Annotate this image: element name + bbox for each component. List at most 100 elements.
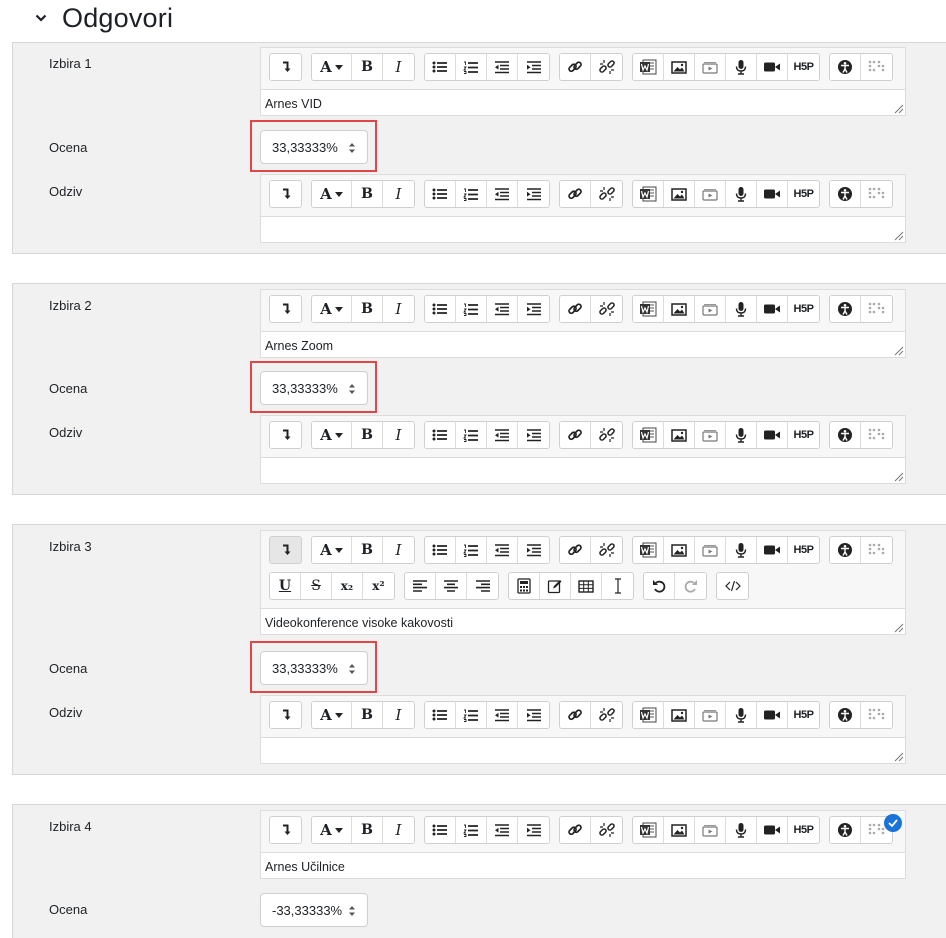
feedback-editor-1[interactable]: A B I H5P <box>260 174 906 243</box>
screenreader-helper-button[interactable] <box>861 296 892 322</box>
unlink-button[interactable] <box>591 537 622 563</box>
screenreader-helper-button[interactable] <box>861 422 892 448</box>
resize-grip-icon[interactable] <box>890 342 904 356</box>
outdent-button[interactable] <box>487 181 518 207</box>
image-button[interactable] <box>664 54 695 80</box>
h5p-button[interactable]: H5P <box>788 817 819 843</box>
ordered-list-button[interactable] <box>456 296 487 322</box>
chevron-down-icon[interactable] <box>30 7 52 29</box>
html-source-button[interactable] <box>717 573 748 599</box>
h5p-button[interactable]: H5P <box>788 296 819 322</box>
screenreader-helper-button[interactable] <box>861 537 892 563</box>
italic-button[interactable]: I <box>383 702 414 728</box>
ordered-list-button[interactable] <box>456 181 487 207</box>
accessibility-checker-button[interactable] <box>830 702 861 728</box>
link-button[interactable] <box>560 54 591 80</box>
media-button[interactable] <box>695 422 726 448</box>
redo-button[interactable] <box>675 573 706 599</box>
outdent-button[interactable] <box>487 537 518 563</box>
unlink-button[interactable] <box>591 702 622 728</box>
feedback-editor-3[interactable]: A B I H5P <box>260 695 906 764</box>
ordered-list-button[interactable] <box>456 54 487 80</box>
image-button[interactable] <box>664 181 695 207</box>
unordered-list-button[interactable] <box>425 817 456 843</box>
unlink-button[interactable] <box>591 817 622 843</box>
italic-button[interactable]: I <box>383 296 414 322</box>
ordered-list-button[interactable] <box>456 817 487 843</box>
font-color-button[interactable]: A <box>312 296 352 322</box>
media-button[interactable] <box>695 702 726 728</box>
italic-button[interactable]: I <box>383 181 414 207</box>
unordered-list-button[interactable] <box>425 702 456 728</box>
expand-toolbar-button[interactable] <box>270 702 301 728</box>
strikethrough-button[interactable]: S <box>301 573 332 599</box>
record-video-button[interactable] <box>757 54 788 80</box>
bold-button[interactable]: B <box>352 422 383 448</box>
special-character-button[interactable] <box>602 573 633 599</box>
font-color-button[interactable]: A <box>312 817 352 843</box>
bold-button[interactable]: B <box>352 537 383 563</box>
record-video-button[interactable] <box>757 181 788 207</box>
outdent-button[interactable] <box>487 817 518 843</box>
answer-text-3[interactable]: Videokonference visoke kakovosti <box>261 609 905 634</box>
word-import-button[interactable] <box>633 702 664 728</box>
media-button[interactable] <box>695 54 726 80</box>
h5p-button[interactable]: H5P <box>788 422 819 448</box>
answer-editor-3[interactable]: A B I H5P U Sx₂ x² Videokonference visoke kak… <box>260 530 906 635</box>
record-video-button[interactable] <box>757 702 788 728</box>
link-button[interactable] <box>560 296 591 322</box>
grade-select-4[interactable]: -33,33333% <box>260 893 368 927</box>
font-color-button[interactable]: A <box>312 422 352 448</box>
unordered-list-button[interactable] <box>425 537 456 563</box>
unordered-list-button[interactable] <box>425 181 456 207</box>
h5p-button[interactable]: H5P <box>788 702 819 728</box>
record-video-button[interactable] <box>757 537 788 563</box>
record-audio-button[interactable] <box>726 296 757 322</box>
unlink-button[interactable] <box>591 422 622 448</box>
record-audio-button[interactable] <box>726 422 757 448</box>
superscript-button[interactable]: x² <box>363 573 394 599</box>
link-button[interactable] <box>560 817 591 843</box>
ordered-list-button[interactable] <box>456 702 487 728</box>
table-button[interactable] <box>571 573 602 599</box>
image-button[interactable] <box>664 296 695 322</box>
answer-text-1[interactable]: Arnes VID <box>261 90 905 115</box>
media-button[interactable] <box>695 537 726 563</box>
screenreader-helper-button[interactable] <box>861 54 892 80</box>
indent-button[interactable] <box>518 296 549 322</box>
align-left-button[interactable] <box>405 573 436 599</box>
align-center-button[interactable] <box>436 573 467 599</box>
image-button[interactable] <box>664 422 695 448</box>
accessibility-checker-button[interactable] <box>830 817 861 843</box>
unlink-button[interactable] <box>591 181 622 207</box>
word-import-button[interactable] <box>633 422 664 448</box>
answer-text-4[interactable]: Arnes Učilnice <box>261 853 905 878</box>
record-audio-button[interactable] <box>726 181 757 207</box>
word-import-button[interactable] <box>633 817 664 843</box>
font-color-button[interactable]: A <box>312 54 352 80</box>
link-button[interactable] <box>560 422 591 448</box>
word-import-button[interactable] <box>633 537 664 563</box>
feedback-text-1[interactable] <box>261 217 905 242</box>
h5p-button[interactable]: H5P <box>788 54 819 80</box>
ordered-list-button[interactable] <box>456 537 487 563</box>
record-audio-button[interactable] <box>726 817 757 843</box>
unordered-list-button[interactable] <box>425 54 456 80</box>
link-button[interactable] <box>560 181 591 207</box>
bold-button[interactable]: B <box>352 817 383 843</box>
italic-button[interactable]: I <box>383 54 414 80</box>
answer-text-2[interactable]: Arnes Zoom <box>261 332 905 357</box>
bold-button[interactable]: B <box>352 296 383 322</box>
font-color-button[interactable]: A <box>312 181 352 207</box>
image-button[interactable] <box>664 702 695 728</box>
align-right-button[interactable] <box>467 573 498 599</box>
equation-editor-button[interactable] <box>509 573 540 599</box>
feedback-text-2[interactable] <box>261 458 905 483</box>
subscript-button[interactable]: x₂ <box>332 573 363 599</box>
h5p-button[interactable]: H5P <box>788 537 819 563</box>
record-video-button[interactable] <box>757 817 788 843</box>
italic-button[interactable]: I <box>383 422 414 448</box>
expand-toolbar-button[interactable] <box>270 54 301 80</box>
indent-button[interactable] <box>518 181 549 207</box>
indent-button[interactable] <box>518 537 549 563</box>
